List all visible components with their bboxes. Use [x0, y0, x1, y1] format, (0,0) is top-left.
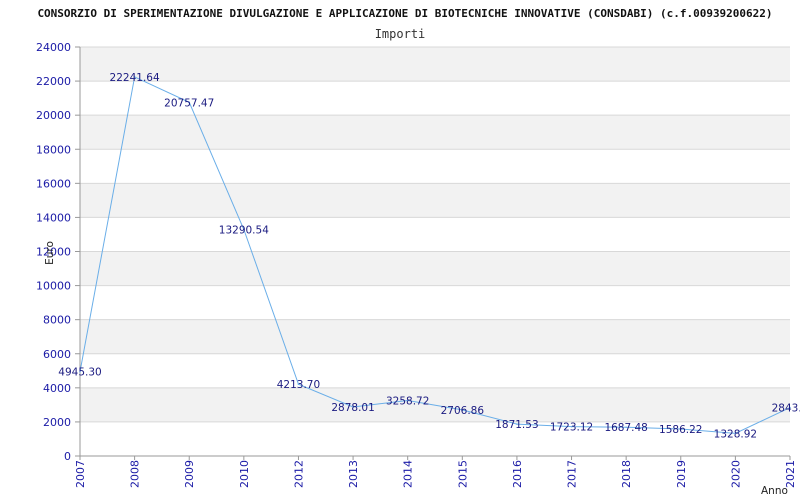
x-tick-label: 2009 [183, 460, 196, 488]
x-tick-label: 2019 [675, 460, 688, 488]
x-tick-label: 2017 [566, 460, 579, 488]
y-tick-label: 6000 [43, 348, 71, 361]
grid-band [80, 47, 790, 82]
data-label: 1586.22 [659, 424, 702, 436]
x-tick-label: 2021 [784, 460, 797, 488]
grid-band [80, 251, 790, 286]
x-tick-label: 2016 [511, 460, 524, 488]
data-label: 2706.86 [441, 405, 485, 417]
x-axis-ticks: 2007 2008 2009 2010 2012 2013 2014 2015 2016 2017… [74, 456, 797, 488]
y-tick-label: 24000 [36, 41, 71, 54]
grid-band [80, 183, 790, 218]
data-label: 20757.47 [164, 97, 214, 109]
x-tick-label: 2018 [620, 460, 633, 488]
grid-band [80, 319, 790, 354]
y-tick-label: 16000 [36, 177, 71, 190]
data-label: 2843.6 [772, 403, 800, 415]
y-tick-label: 10000 [36, 280, 71, 293]
y-tick-label: 22000 [36, 75, 71, 88]
x-tick-label: 2008 [129, 460, 142, 488]
data-label: 22241.64 [110, 72, 160, 84]
x-tick-label: 2015 [456, 460, 469, 488]
data-label: 1328.92 [714, 428, 757, 440]
chart-subtitle: Importi [375, 27, 426, 41]
y-axis-ticks: 0200040006000800010000120001400016000180… [36, 41, 80, 463]
y-tick-label: 18000 [36, 143, 71, 156]
y-axis-label: Euro [44, 241, 56, 265]
x-tick-label: 2010 [238, 460, 251, 488]
x-tick-label: 2020 [729, 460, 742, 488]
data-label: 2878.01 [331, 402, 374, 414]
data-label: 4213.70 [277, 379, 320, 391]
data-label: 4945.30 [58, 367, 101, 379]
grid-band [80, 115, 790, 150]
x-axis-label: Anno [761, 485, 788, 497]
data-label: 1871.53 [495, 419, 538, 431]
line-chart: CONSORZIO DI SPERIMENTAZIONE DIVULGAZION… [36, 7, 800, 497]
data-label: 3258.72 [386, 395, 429, 407]
y-tick-label: 8000 [43, 314, 71, 327]
y-tick-label: 14000 [36, 211, 71, 224]
data-label: 13290.54 [219, 225, 269, 237]
data-label: 1687.48 [604, 422, 647, 434]
y-tick-label: 20000 [36, 109, 71, 122]
x-tick-label: 2014 [402, 460, 415, 488]
data-label: 1723.12 [550, 422, 593, 434]
x-tick-label: 2012 [292, 460, 305, 488]
chart-title: CONSORZIO DI SPERIMENTAZIONE DIVULGAZION… [37, 7, 772, 20]
y-tick-label: 0 [64, 450, 71, 463]
y-tick-label: 2000 [43, 416, 71, 429]
x-tick-label: 2013 [347, 460, 360, 488]
y-tick-label: 4000 [43, 382, 71, 395]
x-tick-label: 2007 [74, 460, 87, 488]
